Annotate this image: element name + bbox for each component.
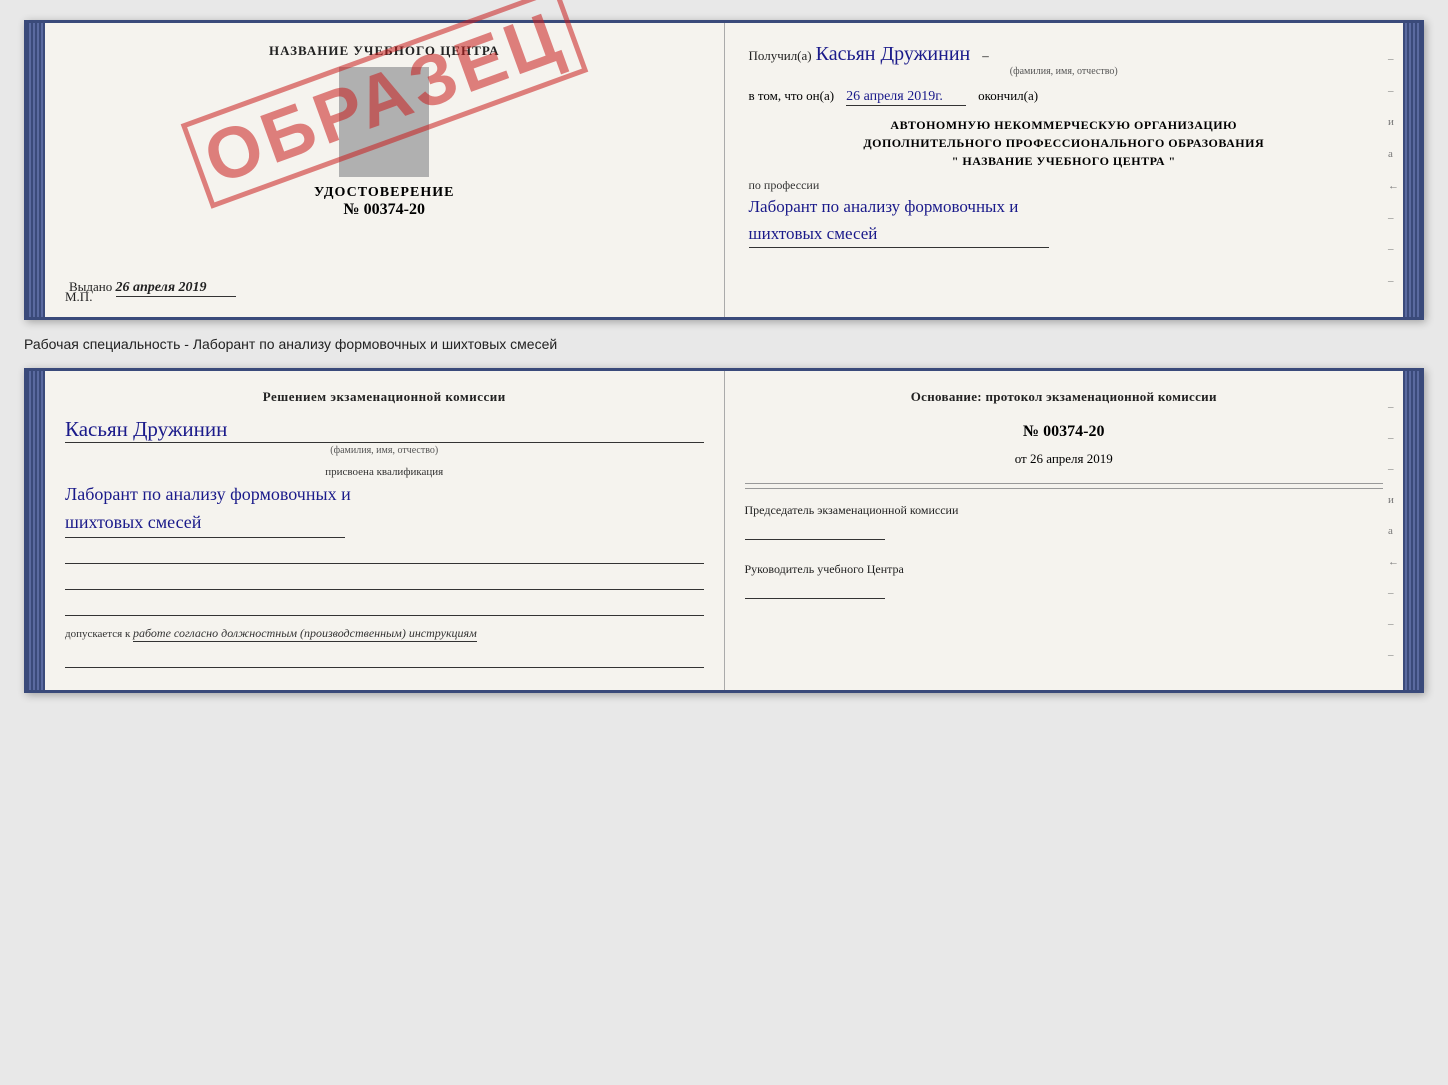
doc-content-top: НАЗВАНИЕ УЧЕБНОГО ЦЕНТРА ОБРАЗЕЦ УДОСТОВ…: [45, 23, 1403, 317]
finished-label: окончил(а): [978, 88, 1038, 103]
top-doc-right-panel: Получил(а) Касьян Дружинин – (фамилия, и…: [725, 23, 1404, 317]
spine-left-bottom: [27, 371, 45, 690]
head-label: Руководитель учебного Центра: [745, 560, 1384, 578]
issued-date: 26 апреля 2019: [116, 280, 236, 297]
spine-left-top: [27, 23, 45, 317]
person-name: Касьян Дружинин: [65, 417, 704, 442]
sig-line-4: [65, 648, 704, 668]
received-name: Касьян Дружинин: [816, 43, 971, 65]
horiz-line-1: [745, 483, 1384, 484]
dash-separator: –: [982, 48, 989, 63]
fio-label: (фамилия, имя, отчество): [749, 66, 1380, 77]
sig-line-1: [65, 544, 704, 564]
between-docs-text: Рабочая специальность - Лаборант по анал…: [24, 332, 1424, 356]
org-line3: " НАЗВАНИЕ УЧЕБНОГО ЦЕНТРА ": [749, 152, 1380, 170]
allowed-text-block: допускается к работе согласно должностны…: [65, 626, 704, 642]
date-label: в том, что он(а): [749, 88, 835, 103]
profession-text: Лаборант по анализу формовочных и шихтов…: [749, 193, 1380, 248]
commission-title: Решением экзаменационной комиссии: [65, 387, 704, 407]
bottom-document: Решением экзаменационной комиссии Касьян…: [24, 368, 1424, 693]
allowed-label: допускается к: [65, 628, 130, 640]
received-line: Получил(а) Касьян Дружинин – (фамилия, и…: [749, 43, 1380, 77]
page-wrapper: НАЗВАНИЕ УЧЕБНОГО ЦЕНТРА ОБРАЗЕЦ УДОСТОВ…: [24, 20, 1424, 693]
basis-label: Основание: протокол экзаменационной коми…: [745, 387, 1384, 407]
protocol-date: от 26 апреля 2019: [745, 451, 1384, 467]
protocol-date-value: 26 апреля 2019: [1030, 451, 1113, 466]
name-container: Касьян Дружинин: [65, 417, 704, 443]
date-prefix: от: [1015, 451, 1027, 466]
chairman-sig-line: [745, 539, 885, 540]
cert-number: № 00374-20: [69, 201, 700, 219]
top-document: НАЗВАНИЕ УЧЕБНОГО ЦЕНТРА ОБРАЗЕЦ УДОСТОВ…: [24, 20, 1424, 320]
profession-line1: Лаборант по анализу формовочных и: [749, 197, 1019, 216]
sig-line-3: [65, 596, 704, 616]
date-section: в том, что он(а) 26 апреля 2019г. окончи…: [749, 87, 1380, 106]
protocol-number: № 00374-20: [745, 423, 1384, 441]
bottom-doc-left-panel: Решением экзаменационной комиссии Касьян…: [45, 371, 725, 690]
spine-right-top: [1403, 23, 1421, 317]
top-doc-left-panel: НАЗВАНИЕ УЧЕБНОГО ЦЕНТРА ОБРАЗЕЦ УДОСТОВ…: [45, 23, 725, 317]
horiz-line-2: [745, 488, 1384, 489]
qual-line2: шихтовых смесей: [65, 508, 345, 538]
cert-label: УДОСТОВЕРЕНИЕ: [69, 185, 700, 201]
head-sig-line: [745, 598, 885, 599]
qual-line1: Лаборант по анализу формовочных и: [65, 484, 351, 504]
org-line2: ДОПОЛНИТЕЛЬНОГО ПРОФЕССИОНАЛЬНОГО ОБРАЗО…: [749, 134, 1380, 152]
cert-title: НАЗВАНИЕ УЧЕБНОГО ЦЕНТРА: [69, 43, 700, 59]
right-edge-marks-bottom: – – – и а ← – – –: [1386, 371, 1401, 690]
cert-issued: Выдано 26 апреля 2019: [69, 279, 700, 297]
cert-number-area: УДОСТОВЕРЕНИЕ № 00374-20: [69, 185, 700, 219]
org-line1: АВТОНОМНУЮ НЕКОММЕРЧЕСКУЮ ОРГАНИЗАЦИЮ: [749, 116, 1380, 134]
right-edge-marks: – – и а ← – – –: [1386, 23, 1401, 317]
org-block: АВТОНОМНУЮ НЕКОММЕРЧЕСКУЮ ОРГАНИЗАЦИЮ ДО…: [749, 116, 1380, 170]
photo-placeholder: [339, 67, 429, 177]
spine-right-bottom: [1403, 371, 1421, 690]
doc-content-bottom: Решением экзаменационной комиссии Касьян…: [45, 371, 1403, 690]
profession-line2: шихтовых смесей: [749, 220, 1049, 248]
chairman-label: Председатель экзаменационной комиссии: [745, 501, 1384, 519]
received-label: Получил(а): [749, 48, 812, 63]
qual-text: Лаборант по анализу формовочных и шихтов…: [65, 480, 704, 539]
bottom-doc-right-panel: Основание: протокол экзаменационной коми…: [725, 371, 1404, 690]
profession-label: по профессии: [749, 178, 1380, 193]
cert-date: 26 апреля 2019г.: [846, 89, 966, 106]
sig-line-2: [65, 570, 704, 590]
allowed-text: работе согласно должностным (производств…: [133, 626, 477, 642]
qual-label: присвоена квалификация: [65, 466, 704, 478]
mp-label: М.П.: [65, 289, 92, 305]
fio-label-bottom: (фамилия, имя, отчество): [65, 445, 704, 456]
